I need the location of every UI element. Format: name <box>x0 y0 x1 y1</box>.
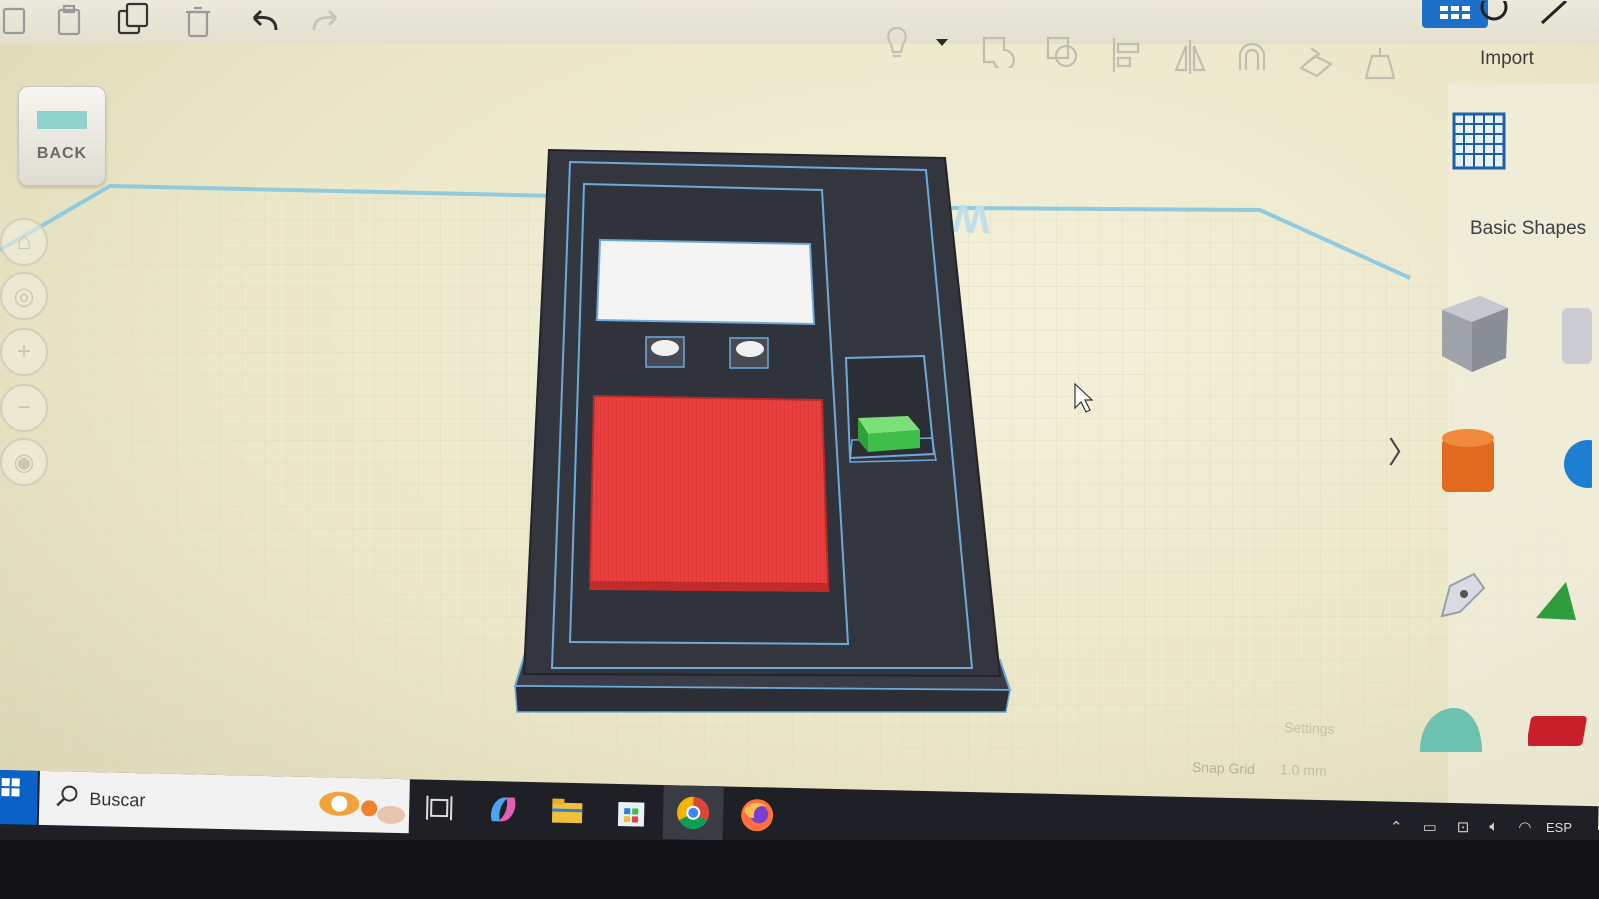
search-placeholder: Buscar <box>89 788 146 810</box>
ruler-icon[interactable] <box>1360 42 1400 84</box>
model-button-left[interactable] <box>645 336 685 368</box>
copy-icon[interactable] <box>0 2 30 38</box>
view-cube-band <box>37 111 87 129</box>
workplane-canvas[interactable]: Workplane <box>0 0 1599 830</box>
view-cube-label: BACK <box>36 145 88 162</box>
grid-thumbnail-icon[interactable] <box>1452 112 1506 175</box>
half-sphere-shape[interactable] <box>1416 706 1486 767</box>
volume-icon[interactable]: 🔈︎ <box>1489 818 1498 836</box>
taskbar-search-box[interactable]: Buscar <box>38 770 410 834</box>
dropdown-arrow-icon[interactable] <box>932 32 952 52</box>
text-shape[interactable] <box>1434 570 1488 631</box>
model-button-right[interactable] <box>729 337 769 369</box>
fit-view-icon[interactable]: ◎ <box>0 272 48 320</box>
import-button[interactable]: Import <box>1480 48 1534 70</box>
workplane-icon[interactable] <box>1296 40 1336 82</box>
paste-icon[interactable] <box>52 2 88 38</box>
perspective-icon[interactable]: ◉ <box>0 438 48 486</box>
delete-icon[interactable] <box>180 2 216 40</box>
3d-view-icon[interactable] <box>1474 0 1514 30</box>
box-shape[interactable] <box>1436 292 1510 381</box>
duplicate-icon[interactable] <box>114 0 154 38</box>
task-view-icon[interactable] <box>419 788 460 829</box>
shape-category-dropdown[interactable]: Basic Shapes <box>1470 218 1586 240</box>
zoom-out-icon[interactable]: − <box>0 384 48 432</box>
cylinder-shape[interactable] <box>1438 428 1498 505</box>
model-red-panel[interactable] <box>588 394 830 586</box>
zoom-in-icon[interactable]: + <box>0 328 48 376</box>
snap-grid-label: Snap Grid <box>1191 758 1256 778</box>
home-view-icon[interactable]: ⌂ <box>0 218 48 266</box>
shape-toolbar <box>880 22 1420 86</box>
ungroup-icon[interactable] <box>1042 30 1082 72</box>
settings-link[interactable]: Settings <box>1284 719 1335 737</box>
search-highlight-icon <box>309 781 410 834</box>
model-green-part[interactable] <box>858 416 920 452</box>
start-button[interactable] <box>0 770 38 825</box>
sphere-shape[interactable] <box>1552 440 1599 495</box>
redo-icon[interactable] <box>306 4 346 38</box>
system-tray: ⌃ ▭ ⊡ 🔈︎ ◠ <box>1390 818 1531 836</box>
network-icon[interactable]: ⊡ <box>1457 818 1470 836</box>
file-explorer-icon[interactable] <box>547 790 588 831</box>
battery-icon[interactable]: ▭ <box>1423 818 1437 836</box>
snap-grid-dropdown[interactable]: 1.0 mm <box>1280 761 1327 779</box>
scribble-shape[interactable] <box>1526 712 1588 757</box>
chevron-up-icon[interactable]: ⌃ <box>1390 818 1403 836</box>
copilot-icon[interactable] <box>483 789 524 830</box>
store-icon[interactable] <box>611 792 652 833</box>
laptop-bezel <box>0 840 1599 899</box>
search-icon <box>55 783 82 815</box>
roof-shape[interactable] <box>1536 580 1576 635</box>
chrome-icon[interactable] <box>662 785 724 841</box>
box-hole-shape[interactable] <box>1556 304 1596 369</box>
wifi-icon[interactable]: ◠ <box>1518 818 1531 836</box>
panel-collapse-chevron-icon[interactable]: 〉 <box>1388 428 1418 472</box>
light-bulb-icon[interactable] <box>880 22 914 66</box>
edit-pencil-icon[interactable] <box>1534 0 1574 30</box>
undo-icon[interactable] <box>244 4 284 38</box>
group-icon[interactable] <box>978 28 1018 70</box>
magnet-icon[interactable] <box>1232 38 1272 80</box>
mirror-icon[interactable] <box>1170 36 1210 78</box>
firefox-icon[interactable] <box>737 795 778 836</box>
tinkercad-screen: Workplane Settings <box>0 0 1599 830</box>
align-icon[interactable] <box>1106 34 1146 76</box>
view-cube[interactable]: BACK <box>18 86 106 186</box>
model-base-front <box>514 685 1011 713</box>
language-indicator[interactable]: ESP <box>1546 820 1572 835</box>
model-white-screen[interactable] <box>595 238 816 326</box>
